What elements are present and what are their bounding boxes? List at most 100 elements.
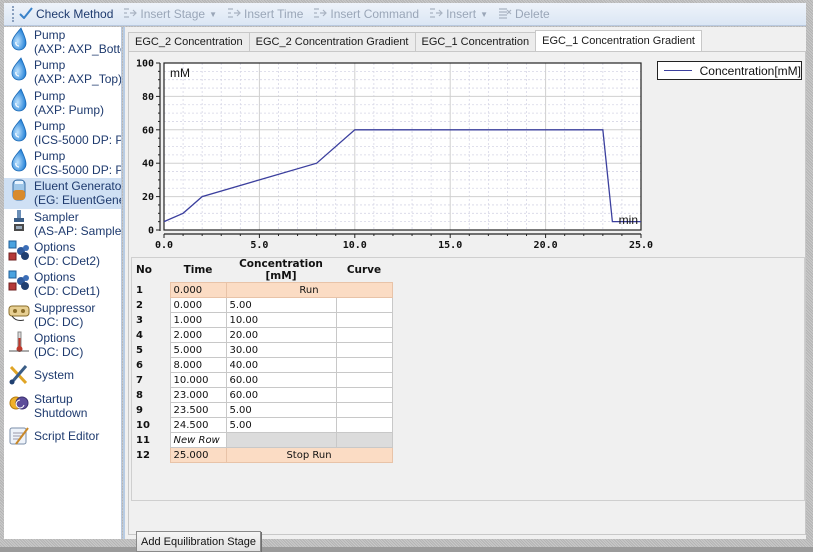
- sidebar-item-label: Options (DC: DC): [34, 330, 83, 359]
- concentration-cell[interactable]: 10.00: [225, 312, 337, 328]
- time-cell[interactable]: 23.000: [169, 387, 227, 403]
- y-tick-label: 0: [148, 226, 154, 237]
- sidebar-item-system[interactable]: System: [4, 360, 121, 390]
- command-cell[interactable]: Run: [225, 282, 393, 298]
- script-icon: [8, 424, 30, 448]
- concentration-cell[interactable]: 5.00: [225, 417, 337, 433]
- table-row-new[interactable]: 11 New Row: [132, 432, 393, 448]
- sidebar-item-options[interactable]: Options (DC: DC): [4, 330, 121, 360]
- time-cell[interactable]: 0.000: [169, 297, 227, 313]
- row-number: 11: [136, 434, 150, 446]
- time-cell[interactable]: 8.000: [169, 357, 227, 373]
- add-equilibration-stage-button[interactable]: Add Equilibration Stage: [136, 531, 261, 552]
- suppressor-icon: [8, 300, 30, 324]
- sidebar-item-label: Script Editor: [34, 429, 99, 443]
- concentration-cell[interactable]: 60.00: [225, 387, 337, 403]
- curve-cell[interactable]: [335, 342, 393, 358]
- time-cell[interactable]: 1.000: [169, 312, 227, 328]
- table-row[interactable]: 3 1.000 10.00: [132, 312, 393, 328]
- concentration-cell[interactable]: 20.00: [225, 327, 337, 343]
- table-row[interactable]: 4 2.000 20.00: [132, 327, 393, 343]
- curve-cell[interactable]: [335, 297, 393, 313]
- sidebar-item-title: Startup: [34, 391, 73, 406]
- row-number: 3: [136, 314, 143, 326]
- sidebar-item-title: Options: [34, 330, 76, 345]
- concentration-cell[interactable]: 5.00: [225, 297, 337, 313]
- x-tick-label: 25.0: [629, 240, 653, 251]
- sidebar-item-label: Suppressor (DC: DC): [34, 300, 95, 329]
- y-tick-label: 40: [142, 159, 154, 170]
- curve-cell[interactable]: [335, 357, 393, 373]
- y-tick-label: 60: [142, 125, 154, 136]
- row-number: 12: [136, 449, 150, 461]
- sidebar-item-title: Suppressor: [34, 300, 96, 315]
- legend-label: Concentration[mM]: [699, 63, 801, 78]
- sidebar-item-subtitle: (CD: CDet1): [34, 284, 101, 299]
- concentration-cell[interactable]: 5.00: [225, 402, 337, 418]
- table-row[interactable]: 8 23.000 60.00: [132, 387, 393, 403]
- x-tick-label: 15.0: [438, 240, 462, 251]
- tools-icon: [8, 363, 30, 387]
- curve-cell[interactable]: [335, 417, 393, 433]
- y-tick-label: 100: [136, 59, 154, 70]
- thermometer-icon: [8, 330, 30, 354]
- x-tick-label: 5.0: [250, 240, 268, 251]
- time-cell[interactable]: 2.000: [169, 327, 227, 343]
- x-tick-label: 10.0: [343, 240, 367, 251]
- row-number: 9: [136, 404, 143, 416]
- time-cell[interactable]: 5.000: [169, 342, 227, 358]
- startup-shutdown-icon: [8, 391, 30, 415]
- tab-egc-1-concentration-gradient[interactable]: EGC_1 Concentration Gradient: [535, 30, 702, 51]
- sidebar-item-suppressor[interactable]: Suppressor (DC: DC): [4, 300, 121, 330]
- sidebar-item-subtitle: (DC: DC): [34, 344, 84, 359]
- concentration-cell[interactable]: 40.00: [225, 357, 337, 373]
- concentration-cell[interactable]: 30.00: [225, 342, 337, 358]
- sidebar-item-options[interactable]: Options (CD: CDet1): [4, 269, 121, 299]
- table-row[interactable]: 5 5.000 30.00: [132, 342, 393, 358]
- sidebar-item-subtitle: (DC: DC): [34, 314, 84, 329]
- column-header-curve: Curve: [346, 264, 382, 276]
- time-cell[interactable]: 23.500: [169, 402, 227, 418]
- gradient-table: No Time Concentration [mM] Curve 1 0.000 R…: [132, 258, 393, 463]
- row-number: 5: [136, 344, 143, 356]
- table-row-command[interactable]: 12 25.000 Stop Run: [132, 447, 393, 463]
- curve-cell[interactable]: [335, 387, 393, 403]
- curve-cell[interactable]: [335, 312, 393, 328]
- table-row[interactable]: 9 23.500 5.00: [132, 402, 393, 418]
- y-tick-label: 80: [142, 92, 154, 103]
- time-cell[interactable]: 0.000: [169, 282, 227, 298]
- time-cell[interactable]: New Row: [169, 432, 227, 448]
- row-number: 10: [136, 419, 150, 431]
- time-cell[interactable]: 25.000: [169, 447, 227, 463]
- column-header-no: No: [136, 264, 153, 277]
- sidebar-item-title: Options: [34, 270, 76, 285]
- curve-cell[interactable]: [335, 402, 393, 418]
- table-row-command[interactable]: 1 0.000 Run: [132, 282, 393, 298]
- table-row[interactable]: 10 24.500 5.00: [132, 417, 393, 433]
- sidebar-item-title: Script Editor: [34, 429, 100, 443]
- table-row[interactable]: 6 8.000 40.00: [132, 357, 393, 373]
- table-header-row: No Time Concentration [mM] Curve: [132, 258, 392, 283]
- detector-options-icon: [8, 269, 30, 293]
- curve-cell[interactable]: [335, 327, 393, 343]
- command-cell[interactable]: Stop Run: [225, 447, 393, 463]
- curve-cell[interactable]: [335, 432, 393, 448]
- gradient-table-area: No Time Concentration [mM] Curve 1 0.000 R…: [131, 257, 805, 501]
- sidebar-item-startup[interactable]: Startup Shutdown: [4, 391, 121, 421]
- chart-legend: Concentration[mM]: [657, 61, 802, 80]
- legend-line-swatch: [664, 70, 692, 71]
- table-row[interactable]: 2 0.000 5.00: [132, 297, 393, 313]
- column-header-concentration: Concentration [mM]: [239, 258, 323, 282]
- sidebar-item-title: System: [34, 368, 75, 383]
- x-axis-label: min: [619, 213, 638, 227]
- concentration-cell[interactable]: [225, 432, 337, 448]
- row-number: 2: [136, 299, 143, 311]
- curve-cell[interactable]: [335, 372, 393, 388]
- time-cell[interactable]: 10.000: [169, 372, 227, 388]
- concentration-cell[interactable]: 60.00: [225, 372, 337, 388]
- tab-content: 0 20 40 60 80 100 0.0 5.0 10.0 15.0 20.0 25.0 mM min …: [128, 51, 806, 552]
- row-number: 6: [136, 359, 143, 371]
- table-row[interactable]: 7 10.000 60.00: [132, 372, 393, 388]
- sidebar-item-script-editor[interactable]: Script Editor: [4, 421, 121, 451]
- time-cell[interactable]: 24.500: [169, 417, 227, 433]
